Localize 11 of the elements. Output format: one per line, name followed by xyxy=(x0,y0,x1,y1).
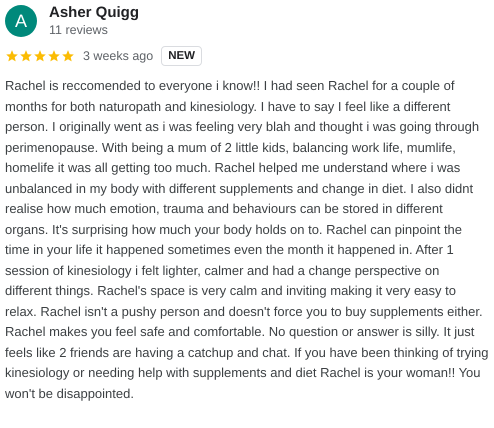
reviewer-name[interactable]: Asher Quigg xyxy=(49,4,140,22)
star-icon xyxy=(19,49,33,63)
star-icon xyxy=(5,49,19,63)
new-badge: NEW xyxy=(161,46,202,66)
review-text: Rachel is reccomended to everyone i know!! I had seen Rachel for a couple of months for both naturopath and kinesiology. I have to say I feel like a different person. I originally went as i was feeling very blah and thought i was going through perimenopause. With being a mum of 2 little kids, balancing work life, mumlife, homelife it was all getting too much. Rachel helped me understand where i was unbalanced in my body with different supplements and change in diet. I also didnt realise how much emotion, trauma and behaviours can be stored in different organs. It's surprising how much your body holds on to. Rachel can pinpoint the time in your life it happened sometimes even the month it happened in. After 1 session of kinesiology i felt lighter, calmer and had a change perspective on different things. Rachel's space is very calm and inviting making it very easy to relax. Rachel isn't a pushy person and doesn't force you to buy supplements either. Rachel makes you feel safe and comfortable. No question or answer is silly. It just feels like 2 friends are having a catchup and chat. If you have been thinking of trying kinesiology or needing help with supplements and diet Rachel is your woman!! You won't be disappointed. xyxy=(5,77,489,403)
review-count: 11 reviews xyxy=(49,22,109,38)
review-time: 3 weeks ago xyxy=(83,49,154,63)
star-icon xyxy=(33,49,47,63)
star-icon xyxy=(47,49,61,63)
star-icon xyxy=(61,49,75,63)
avatar: A xyxy=(5,5,37,37)
